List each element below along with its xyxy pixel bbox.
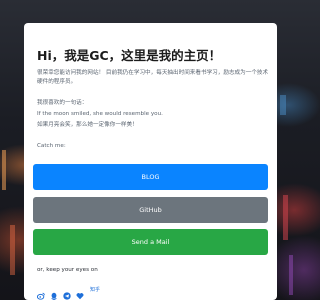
blog-button[interactable]: BLOG bbox=[33, 164, 268, 190]
background-light bbox=[289, 255, 293, 295]
profile-card: Hi，我是GC，这里是我的主页！ 很荣幸您能访问我的网站！ 目前我仍在学习中，每… bbox=[24, 23, 277, 300]
catch-me-label: Catch me: bbox=[37, 143, 66, 149]
background-light bbox=[2, 150, 6, 190]
weibo-icon[interactable] bbox=[36, 285, 45, 300]
quote-english: If the moon smiled, she would resemble y… bbox=[37, 111, 163, 117]
background-light bbox=[283, 195, 288, 240]
telegram-icon[interactable] bbox=[63, 285, 71, 300]
quote-chinese: 如果月亮会笑，那么她一定像你一样美！ bbox=[37, 122, 138, 128]
zhihu-link[interactable]: 知乎 bbox=[90, 286, 100, 293]
send-mail-button[interactable]: Send a Mail bbox=[33, 229, 268, 255]
intro-text: 很荣幸您能访问我的网站！ 目前我仍在学习中，每天抽出时间来看书学习，励志成为一个… bbox=[37, 70, 269, 85]
qq-icon[interactable] bbox=[50, 285, 58, 300]
background-light bbox=[280, 95, 286, 115]
social-links: 知乎 bbox=[36, 284, 100, 300]
quote-label: 我很喜欢的一句话： bbox=[37, 100, 88, 106]
keep-eyes-label: or, keep your eyes on bbox=[37, 267, 98, 273]
heart-icon[interactable] bbox=[76, 285, 84, 300]
github-button[interactable]: GitHub bbox=[33, 197, 268, 223]
page-title: Hi，我是GC，这里是我的主页！ bbox=[37, 48, 222, 63]
background-light bbox=[10, 225, 15, 275]
